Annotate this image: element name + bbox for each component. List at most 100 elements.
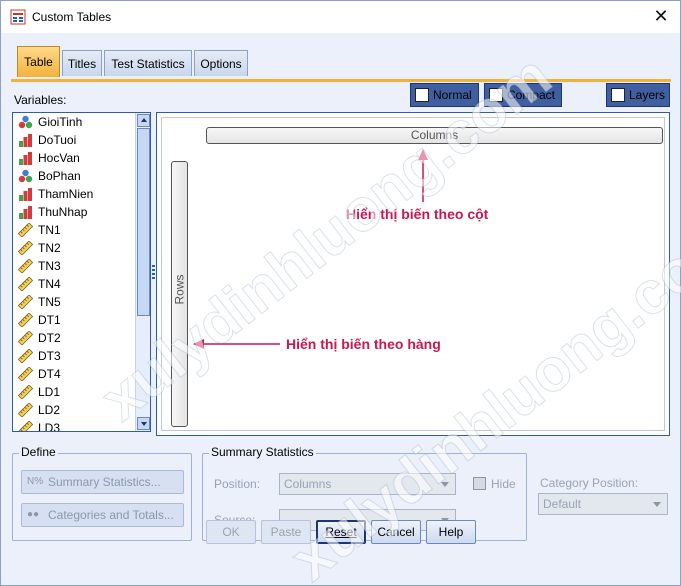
layers-button[interactable]: Layers xyxy=(606,83,670,107)
variable-item[interactable]: TN1 xyxy=(13,221,135,239)
splitter-grip-icon[interactable] xyxy=(152,265,155,279)
variable-item[interactable]: DT3 xyxy=(13,347,135,365)
scale-icon xyxy=(18,223,33,237)
categories-icon: ●● xyxy=(27,509,40,520)
window-title: Custom Tables xyxy=(32,10,112,24)
variable-label: BoPhan xyxy=(38,169,81,183)
layers-label: Layers xyxy=(629,88,666,102)
variable-item[interactable]: TN5 xyxy=(13,293,135,311)
percent-icon: N% xyxy=(27,476,44,487)
tab-underline xyxy=(11,79,671,82)
hide-checkbox[interactable] xyxy=(473,477,486,490)
scale-icon xyxy=(18,295,33,309)
chevron-down-icon xyxy=(653,502,661,507)
position-label: Position: xyxy=(214,477,261,491)
variable-item[interactable]: ThuNhap xyxy=(13,203,135,221)
variables-list[interactable]: GioiTinh DoTuoi HocVan BoPhan ThamNien ThuNha… xyxy=(12,112,151,432)
variable-label: TN2 xyxy=(38,241,61,255)
chevron-down-icon xyxy=(441,482,449,487)
rows-annotation: Hiển thị biến theo hàng xyxy=(286,336,441,352)
scroll-down-button[interactable] xyxy=(137,417,150,430)
categories-totals-button[interactable]: ●● Categories and Totals... xyxy=(21,503,184,527)
position-value: Columns xyxy=(284,477,332,491)
tab-options[interactable]: Options xyxy=(194,50,248,76)
columns-annotation: Hiển thị biến theo cột xyxy=(346,206,489,222)
annotation-arrows xyxy=(193,149,428,349)
variable-label: DoTuoi xyxy=(38,133,77,147)
variable-item[interactable]: DoTuoi xyxy=(13,131,135,149)
variable-item[interactable]: LD2 xyxy=(13,401,135,419)
scale-icon xyxy=(18,385,33,399)
arrow-up-icon xyxy=(141,118,147,122)
variable-item[interactable]: ThamNien xyxy=(13,185,135,203)
category-position-label: Category Position: xyxy=(540,476,639,490)
category-position-select[interactable]: Default xyxy=(538,493,668,515)
summary-statistics-label: Summary Statistics... xyxy=(48,475,161,489)
tab-titles[interactable]: Titles xyxy=(62,50,102,76)
hide-label: Hide xyxy=(491,477,516,491)
category-position-value: Default xyxy=(543,497,582,511)
categories-label-hint xyxy=(12,431,92,437)
summary-statistics-button[interactable]: N% Summary Statistics... xyxy=(21,470,184,494)
variable-label: DT2 xyxy=(38,331,61,345)
tab-table[interactable]: Table xyxy=(17,46,60,77)
variable-label: TN4 xyxy=(38,277,61,291)
normal-label: Normal xyxy=(433,88,472,102)
cancel-button[interactable]: Cancel xyxy=(371,520,421,544)
title-bar: Custom Tables ✕ xyxy=(1,1,680,33)
nominal-icon xyxy=(18,115,33,129)
scale-icon xyxy=(18,403,33,417)
variable-label: TN3 xyxy=(38,259,61,273)
variables-items: GioiTinh DoTuoi HocVan BoPhan ThamNien ThuNha… xyxy=(13,113,135,431)
categories-totals-label: Categories and Totals... xyxy=(48,508,174,522)
scale-icon xyxy=(18,277,33,291)
tab-test-statistics[interactable]: Test Statistics xyxy=(104,50,192,76)
variable-label: LD1 xyxy=(38,385,61,399)
canvas-drop-area[interactable]: Columns Rows Hiển thị biến theo cột Hiển… xyxy=(161,117,665,431)
ordinal-icon xyxy=(19,188,32,201)
ok-button[interactable]: OK xyxy=(206,520,256,544)
variable-item[interactable]: LD1 xyxy=(13,383,135,401)
compact-label: Compact xyxy=(507,88,556,102)
scroll-thumb[interactable] xyxy=(137,128,150,316)
variable-label: LD2 xyxy=(38,403,61,417)
variable-label: TN1 xyxy=(38,223,61,237)
paste-button[interactable]: Paste xyxy=(261,520,311,544)
ordinal-icon xyxy=(19,152,32,165)
variable-label: ThuNhap xyxy=(38,205,88,219)
variable-label: HocVan xyxy=(38,151,80,165)
custom-tables-dialog: Custom Tables ✕ Table Titles Test Statis… xyxy=(0,0,681,586)
variable-label: GioiTinh xyxy=(38,115,83,129)
help-button[interactable]: Help xyxy=(426,520,476,544)
app-icon xyxy=(10,9,26,25)
variables-label: Variables: xyxy=(14,93,67,107)
ordinal-icon xyxy=(19,134,32,147)
close-icon[interactable]: ✕ xyxy=(650,6,672,26)
normal-view-button[interactable]: Normal xyxy=(410,83,479,107)
variable-item[interactable]: HocVan xyxy=(13,149,135,167)
variable-label: DT3 xyxy=(38,349,61,363)
variable-item[interactable]: TN4 xyxy=(13,275,135,293)
scroll-up-button[interactable] xyxy=(137,114,150,127)
compact-view-button[interactable]: Compact xyxy=(484,83,562,107)
variable-item[interactable]: DT1 xyxy=(13,311,135,329)
variable-item[interactable]: DT4 xyxy=(13,365,135,383)
reset-button[interactable]: Reset xyxy=(316,520,366,544)
variable-label: DT1 xyxy=(38,313,61,327)
summary-statistics-title: Summary Statistics xyxy=(209,445,316,459)
variable-item[interactable]: BoPhan xyxy=(13,167,135,185)
table-canvas[interactable]: Columns Rows Hiển thị biến theo cột Hiển… xyxy=(156,112,670,436)
variable-item[interactable]: TN3 xyxy=(13,257,135,275)
define-title: Define xyxy=(19,445,58,459)
variable-item[interactable]: DT2 xyxy=(13,329,135,347)
scale-icon xyxy=(18,367,33,381)
scale-icon xyxy=(18,313,33,327)
variable-item[interactable]: GioiTinh xyxy=(13,113,135,131)
variable-item[interactable]: TN2 xyxy=(13,239,135,257)
position-select[interactable]: Columns xyxy=(279,473,456,495)
variable-label: TN5 xyxy=(38,295,61,309)
variables-scrollbar[interactable] xyxy=(135,113,150,431)
variable-label: ThamNien xyxy=(38,187,94,201)
scale-icon xyxy=(18,349,33,363)
arrow-down-icon xyxy=(141,422,147,426)
